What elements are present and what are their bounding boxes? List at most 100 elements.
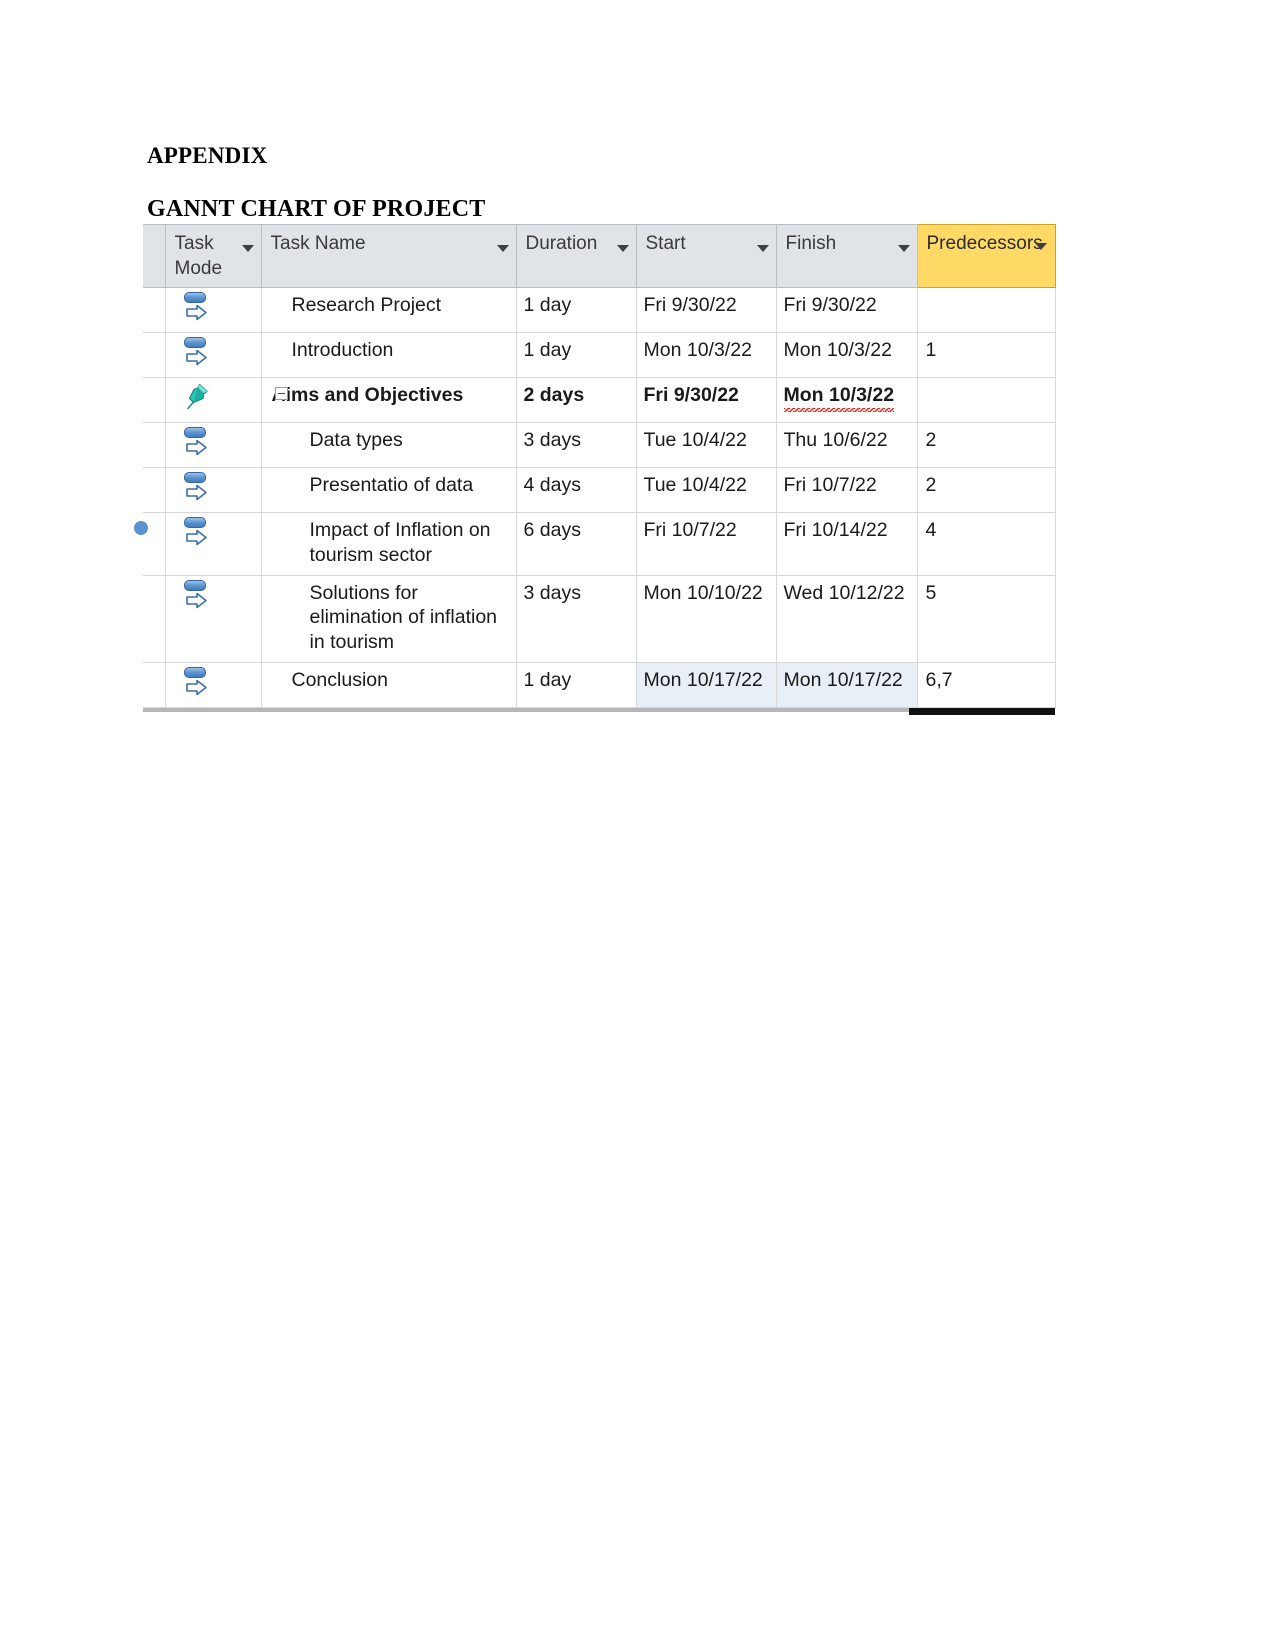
- manually-scheduled-pin-icon: [184, 382, 210, 412]
- table-row[interactable]: Data types 3 days Tue 10/4/22 Thu 10/6/22 2: [143, 422, 1056, 468]
- filter-dropdown-icon-task-mode[interactable]: [241, 245, 254, 252]
- duration-cell[interactable]: 2 days: [515, 377, 637, 423]
- duration-cell[interactable]: 1 day: [515, 332, 637, 378]
- duration-cell[interactable]: 6 days: [515, 512, 637, 576]
- row-indicator-cell[interactable]: [143, 422, 166, 468]
- task-name-cell[interactable]: Impact of Inflation on tourism sector: [260, 512, 517, 576]
- column-header-duration[interactable]: Duration: [515, 224, 637, 288]
- task-name-text: Data types: [309, 429, 403, 451]
- row-indicator-cell[interactable]: [134, 512, 166, 576]
- auto-scheduled-bar: [183, 427, 206, 438]
- finish-date-cell[interactable]: Fri 9/30/22: [775, 287, 918, 333]
- filter-dropdown-icon-predecessors[interactable]: [1034, 243, 1047, 250]
- duration-cell[interactable]: 4 days: [515, 467, 637, 513]
- filter-dropdown-icon-finish[interactable]: [897, 245, 910, 252]
- task-name-cell[interactable]: Solutions for elimination of inflation i…: [260, 574, 517, 663]
- document-page: APPENDIX GANNT CHART OF PROJECT Task Mod…: [0, 0, 1275, 1650]
- task-name-cell[interactable]: Aims and Objectives: [260, 377, 517, 423]
- row-indicator-cell[interactable]: [143, 467, 166, 513]
- start-date-cell[interactable]: Tue 10/4/22: [635, 422, 777, 468]
- table-row[interactable]: Presentatio of data 4 days Tue 10/4/22 Fri …: [143, 467, 1056, 513]
- appendix-heading: APPENDIX: [147, 143, 268, 168]
- start-date-cell[interactable]: Fri 10/7/22: [635, 512, 777, 576]
- task-mode-cell[interactable]: [164, 661, 262, 708]
- table-row[interactable]: Aims and Objectives 2 days Fri 9/30/22 Mon …: [143, 377, 1056, 423]
- table-row[interactable]: Conclusion 1 day Mon 10/17/22 Mon 10/17/22 6…: [143, 661, 1056, 708]
- duration-cell[interactable]: 3 days: [515, 422, 637, 468]
- task-mode-cell[interactable]: [164, 377, 262, 423]
- task-name-text: Solutions for elimination of inflation i…: [309, 581, 498, 654]
- auto-scheduled-arrow: [185, 591, 208, 616]
- task-name-text: Research Project: [291, 294, 442, 316]
- predecessors-cell[interactable]: 2: [916, 422, 1056, 468]
- finish-date-cell[interactable]: Mon 10/3/22: [775, 332, 918, 378]
- finish-date-cell[interactable]: Fri 10/14/22: [775, 512, 918, 576]
- auto-scheduled-bar: [183, 517, 206, 528]
- predecessors-cell[interactable]: 1: [916, 332, 1056, 378]
- predecessors-cell[interactable]: [916, 287, 1056, 333]
- finish-date-cell[interactable]: Thu 10/6/22: [775, 422, 918, 468]
- column-header-task-mode-label: Task Mode: [174, 233, 223, 280]
- column-header-finish[interactable]: Finish: [775, 224, 918, 288]
- table-row[interactable]: Research Project 1 day Fri 9/30/22 Fri 9/30…: [143, 287, 1056, 333]
- row-indicator-cell[interactable]: [143, 661, 166, 708]
- start-date-cell[interactable]: Mon 10/17/22: [635, 661, 777, 708]
- start-date-cell[interactable]: Fri 9/30/22: [635, 287, 777, 333]
- task-mode-cell[interactable]: [164, 467, 262, 513]
- row-indicator-cell[interactable]: [143, 332, 166, 378]
- task-name-cell[interactable]: Research Project: [260, 287, 517, 333]
- auto-scheduled-bar: [183, 292, 206, 303]
- auto-scheduled-icon: [183, 337, 210, 367]
- filter-dropdown-icon-task-name[interactable]: [496, 245, 509, 252]
- task-mode-cell[interactable]: [164, 332, 262, 378]
- column-header-start[interactable]: Start: [635, 224, 777, 288]
- task-name-cell[interactable]: Conclusion: [260, 661, 517, 708]
- table-row[interactable]: Impact of Inflation on tourism sector 6 d…: [134, 512, 1056, 576]
- auto-scheduled-icon: [183, 579, 210, 610]
- finish-date-cell[interactable]: Mon 10/3/22: [775, 377, 918, 423]
- row-indicator-cell[interactable]: [143, 287, 166, 333]
- column-header-task-name[interactable]: Task Name: [260, 224, 517, 288]
- predecessors-cell[interactable]: 6,7: [916, 661, 1056, 708]
- task-mode-cell[interactable]: [164, 574, 262, 663]
- predecessors-cell[interactable]: 4: [916, 512, 1056, 576]
- task-name-cell[interactable]: Introduction: [260, 332, 517, 378]
- column-header-task-mode[interactable]: Task Mode: [164, 224, 262, 288]
- row-indicator-cell[interactable]: [143, 574, 166, 663]
- finish-date-cell[interactable]: Wed 10/12/22: [775, 574, 918, 663]
- task-name-cell[interactable]: Presentatio of data: [260, 467, 517, 513]
- gantt-task-table: Task Mode Task Name Duration Start Finis…: [134, 224, 1056, 708]
- predecessors-cell[interactable]: [916, 377, 1056, 423]
- auto-scheduled-icon: [183, 427, 210, 457]
- auto-scheduled-icon: [183, 517, 210, 547]
- finish-date-cell[interactable]: Mon 10/17/22: [775, 661, 918, 708]
- predecessors-cell[interactable]: 5: [916, 574, 1056, 663]
- task-mode-cell[interactable]: [164, 512, 262, 576]
- start-date-cell[interactable]: Fri 9/30/22: [635, 377, 777, 423]
- filter-dropdown-icon-duration[interactable]: [616, 245, 629, 252]
- task-mode-cell[interactable]: [164, 287, 262, 333]
- start-date-cell[interactable]: Mon 10/10/22: [635, 574, 777, 663]
- task-mode-cell[interactable]: [164, 422, 262, 468]
- task-name-text: Conclusion: [291, 668, 388, 691]
- finish-date-cell[interactable]: Fri 10/7/22: [775, 467, 918, 513]
- auto-scheduled-arrow: [185, 348, 208, 373]
- duration-cell[interactable]: 3 days: [515, 574, 637, 663]
- auto-scheduled-arrow: [185, 438, 208, 463]
- row-indicator-dot: [134, 521, 148, 535]
- start-date-cell[interactable]: Mon 10/3/22: [635, 332, 777, 378]
- duration-cell[interactable]: 1 day: [515, 661, 637, 708]
- table-row[interactable]: Solutions for elimination of inflation i…: [143, 574, 1056, 663]
- column-header-finish-label: Finish: [785, 233, 837, 254]
- auto-scheduled-icon: [183, 292, 210, 322]
- start-date-cell[interactable]: Tue 10/4/22: [635, 467, 777, 513]
- column-header-predecessors[interactable]: Predecessors: [916, 224, 1056, 288]
- collapse-toggle-icon[interactable]: [274, 387, 288, 400]
- row-indicator-cell[interactable]: [143, 377, 166, 423]
- column-header-indicator[interactable]: [143, 224, 166, 288]
- predecessors-cell[interactable]: 2: [916, 467, 1056, 513]
- duration-cell[interactable]: 1 day: [515, 287, 637, 333]
- task-name-cell[interactable]: Data types: [260, 422, 517, 468]
- filter-dropdown-icon-start[interactable]: [756, 245, 769, 252]
- table-row[interactable]: Introduction 1 day Mon 10/3/22 Mon 10/3/22 1: [143, 332, 1056, 378]
